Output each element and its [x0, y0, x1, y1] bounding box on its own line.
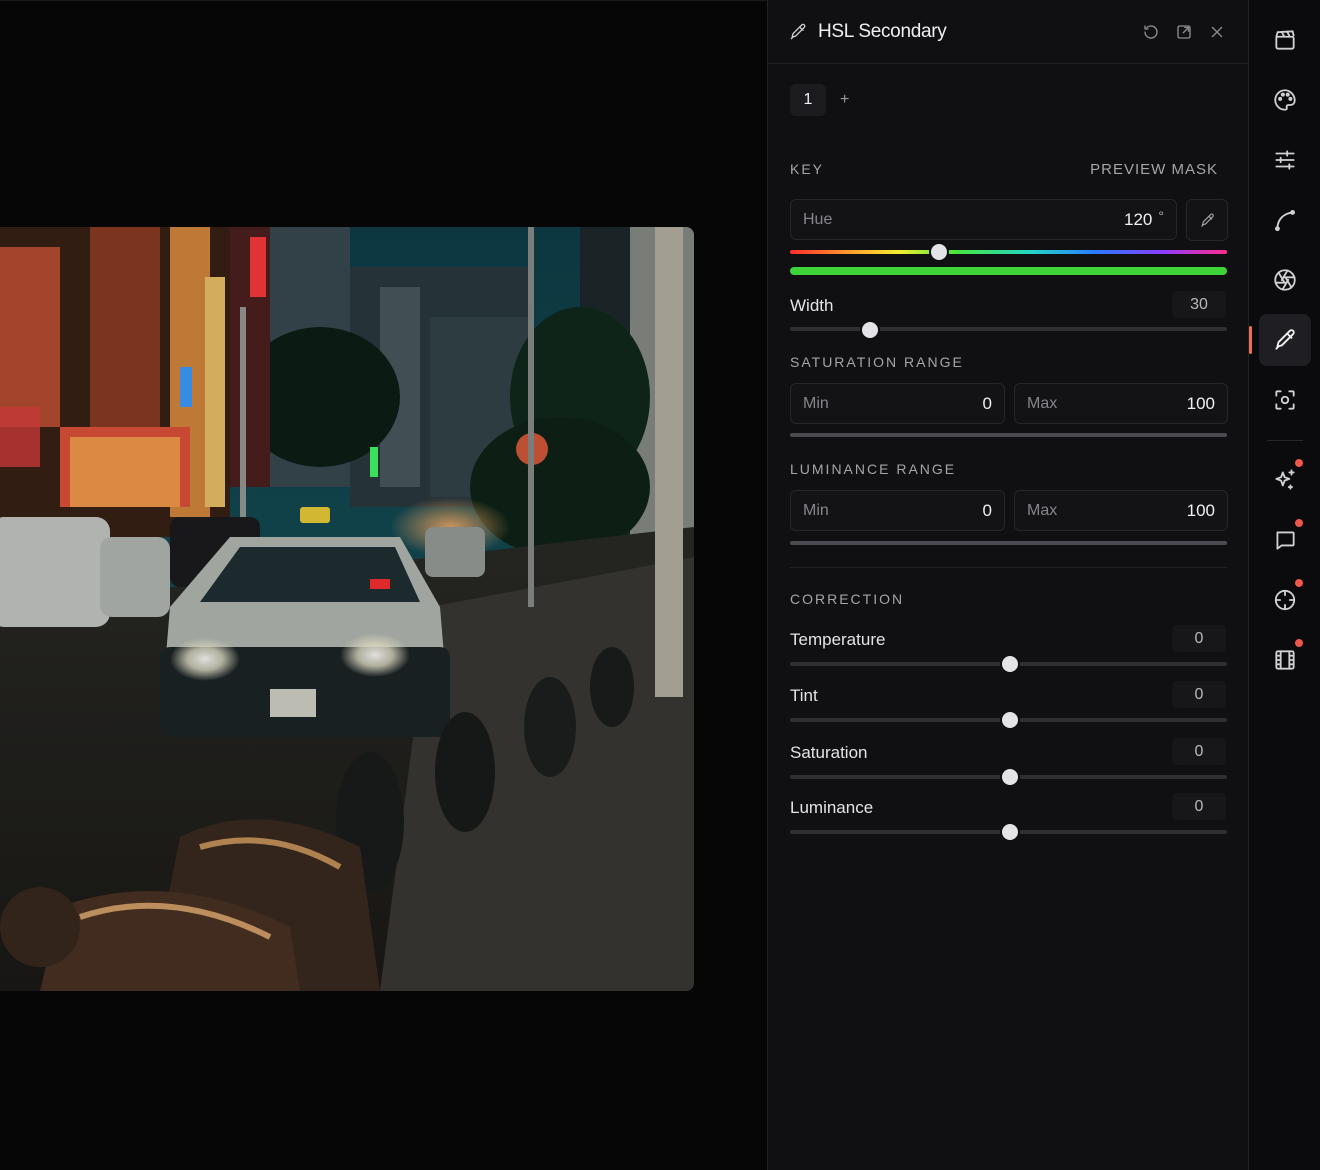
luminance-value[interactable]: 0	[1172, 793, 1226, 820]
saturation-value[interactable]: 0	[1172, 738, 1226, 765]
close-button[interactable]	[1206, 21, 1228, 43]
width-slider-track[interactable]	[790, 327, 1227, 331]
tool-hsl-secondary-button[interactable]	[1259, 314, 1311, 366]
hue-label: Hue	[803, 210, 833, 228]
tool-curves-button[interactable]	[1259, 194, 1311, 246]
luminance-max-label: Max	[1027, 501, 1058, 519]
tool-focus-button[interactable]	[1259, 374, 1311, 426]
hue-field[interactable]: Hue 120 °	[790, 199, 1177, 240]
aperture-icon	[1274, 269, 1296, 291]
luminance-slider-thumb[interactable]	[1002, 824, 1018, 840]
luminance-min-label: Min	[803, 501, 829, 519]
curve-icon	[1274, 209, 1296, 232]
sliders-icon	[1275, 150, 1295, 170]
saturation-min-value[interactable]: 0	[983, 394, 992, 414]
tab-1[interactable]: 1	[790, 84, 826, 116]
saturation-min-field[interactable]: Min 0	[790, 383, 1005, 424]
app-window: HSL Secondary 1 + KEY PREVIEW MASK Hue 1…	[0, 0, 1320, 1170]
hue-picker-button[interactable]	[1186, 199, 1228, 241]
notification-dot	[1295, 459, 1303, 467]
hue-value[interactable]: 120	[1124, 210, 1152, 230]
preview-mask-button[interactable]: PREVIEW MASK	[1090, 161, 1218, 178]
saturation-range-label: SATURATION RANGE	[790, 354, 964, 370]
saturation-max-value[interactable]: 100	[1187, 394, 1215, 414]
tool-color-button[interactable]	[1259, 74, 1311, 126]
luminance-label: Luminance	[790, 798, 874, 817]
palette-icon	[1274, 89, 1296, 111]
add-tab-button[interactable]: +	[840, 91, 849, 109]
popout-button[interactable]	[1173, 21, 1195, 43]
tool-media-button[interactable]	[1259, 14, 1311, 66]
saturation-label: Saturation	[790, 743, 868, 762]
width-label: Width	[790, 296, 834, 315]
tool-sidebar	[1249, 0, 1320, 1170]
hue-slider-thumb[interactable]	[931, 244, 947, 260]
reset-button[interactable]	[1140, 21, 1162, 43]
hue-key-range-bar	[790, 267, 1227, 275]
crosshair-icon	[1274, 589, 1296, 611]
close-icon	[1211, 26, 1223, 37]
tint-slider-thumb[interactable]	[1002, 712, 1018, 728]
width-value[interactable]: 30	[1172, 291, 1226, 318]
eyedropper-icon	[1275, 329, 1295, 350]
tool-lens-button[interactable]	[1259, 254, 1311, 306]
focus-icon	[1275, 390, 1295, 410]
luminance-min-field[interactable]: Min 0	[790, 490, 1005, 531]
clapperboard-icon	[1275, 30, 1295, 50]
width-slider-thumb[interactable]	[862, 322, 878, 338]
luminance-max-field[interactable]: Max 100	[1014, 490, 1228, 531]
temperature-value[interactable]: 0	[1172, 625, 1226, 652]
eyedropper-icon	[1200, 212, 1214, 227]
tool-ai-button[interactable]	[1259, 454, 1311, 506]
image-viewer	[0, 0, 767, 1170]
tool-film-button[interactable]	[1259, 634, 1311, 686]
temperature-label: Temperature	[790, 630, 886, 649]
notification-dot	[1295, 579, 1303, 587]
toolbar-divider	[1267, 440, 1303, 441]
sparkle-icon	[1275, 469, 1295, 490]
notification-dot	[1295, 639, 1303, 647]
preview-image	[0, 227, 694, 991]
panel-header: HSL Secondary	[768, 0, 1248, 64]
luminance-range-label: LUMINANCE RANGE	[790, 461, 957, 477]
correction-section-label: CORRECTION	[790, 591, 905, 607]
tool-comments-button[interactable]	[1259, 514, 1311, 566]
hue-spectrum-slider[interactable]	[790, 250, 1227, 254]
luminance-max-value[interactable]: 100	[1187, 501, 1215, 521]
tool-target-button[interactable]	[1259, 574, 1311, 626]
key-section-label: KEY	[790, 161, 825, 177]
film-icon	[1275, 650, 1295, 670]
active-tool-indicator	[1249, 326, 1252, 354]
saturation-slider-thumb[interactable]	[1002, 769, 1018, 785]
secondary-tabs: 1 +	[790, 84, 849, 116]
tint-label: Tint	[790, 686, 818, 705]
tool-adjust-button[interactable]	[1259, 134, 1311, 186]
notification-dot	[1295, 519, 1303, 527]
panel-title: HSL Secondary	[818, 20, 947, 42]
section-divider	[790, 567, 1227, 568]
hue-unit: °	[1158, 207, 1164, 224]
saturation-range-bar[interactable]	[790, 433, 1227, 437]
external-link-icon	[1177, 24, 1191, 39]
luminance-min-value[interactable]: 0	[983, 501, 992, 521]
saturation-max-label: Max	[1027, 394, 1058, 412]
saturation-max-field[interactable]: Max 100	[1014, 383, 1228, 424]
tint-value[interactable]: 0	[1172, 681, 1226, 708]
reset-icon	[1144, 24, 1158, 39]
saturation-min-label: Min	[803, 394, 829, 412]
comment-icon	[1276, 531, 1295, 550]
temperature-slider-thumb[interactable]	[1002, 656, 1018, 672]
luminance-range-bar[interactable]	[790, 541, 1227, 545]
eyedropper-icon	[788, 21, 810, 43]
hsl-secondary-panel: HSL Secondary 1 + KEY PREVIEW MASK Hue 1…	[767, 0, 1249, 1170]
